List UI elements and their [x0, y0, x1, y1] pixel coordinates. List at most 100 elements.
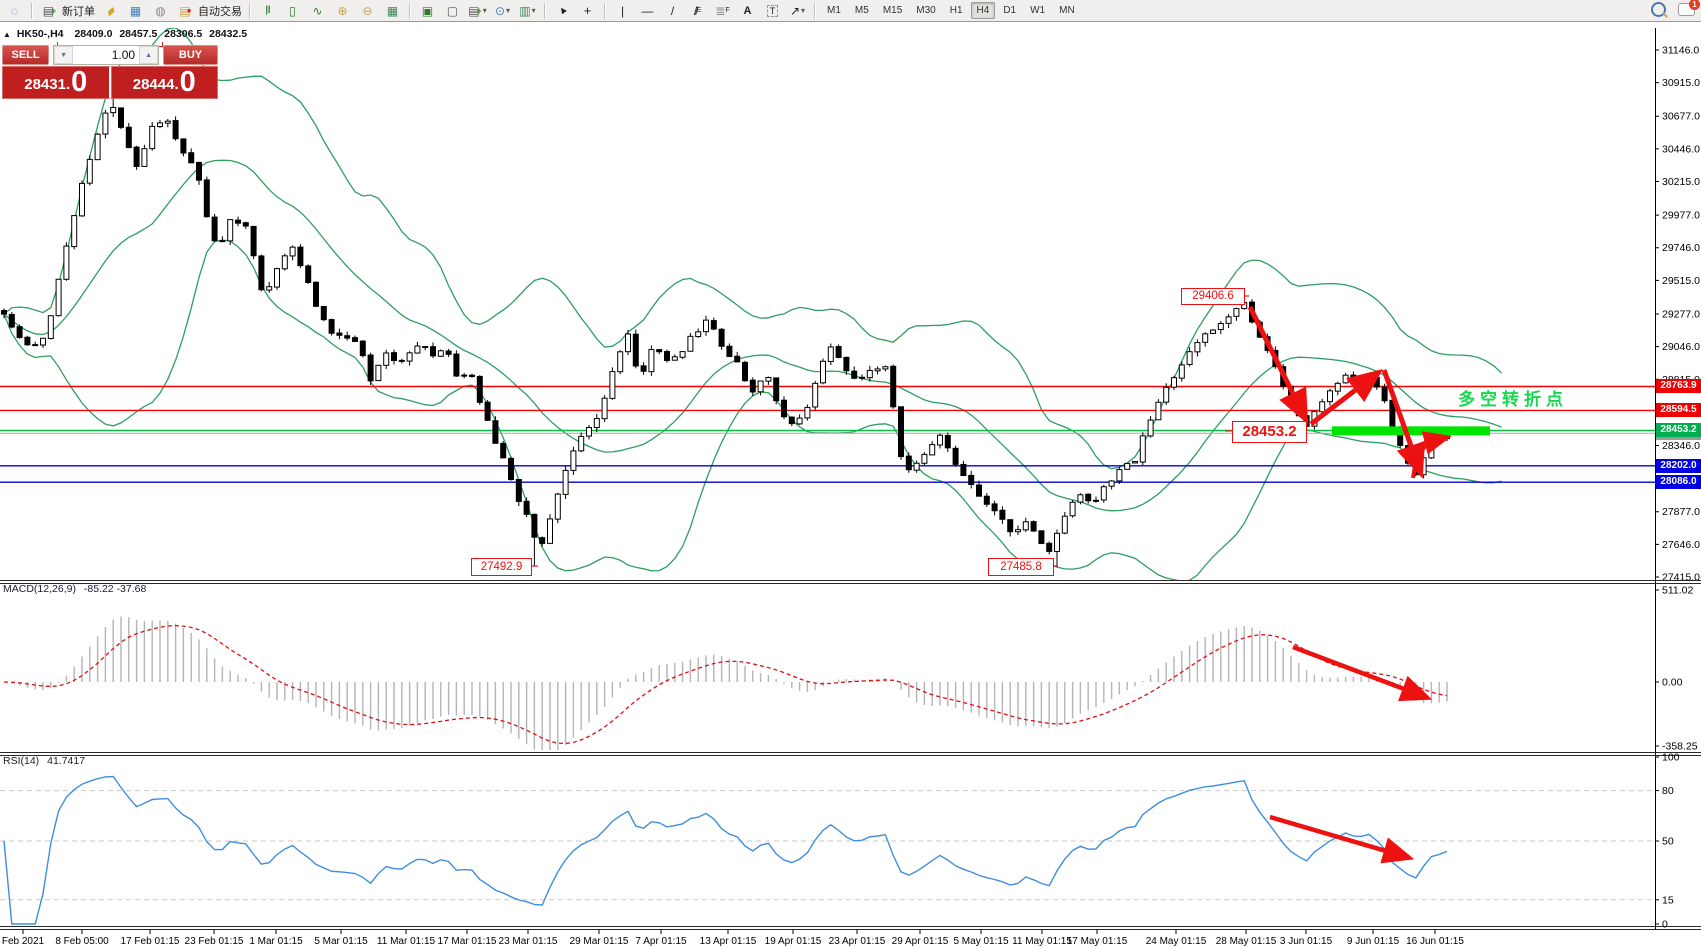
x-axis-label[interactable]: 8 Feb 05:00 — [55, 936, 109, 947]
cursor-icon[interactable]: ▲ — [551, 1, 574, 21]
templates-icon[interactable]: ▥ ▾ — [516, 1, 539, 21]
x-axis-label[interactable]: 5 May 01:15 — [953, 936, 1008, 947]
bid-main-digits: 28431 — [24, 76, 66, 93]
peak-price-label[interactable]: 29406.6 — [1181, 288, 1245, 305]
cascade-icon[interactable]: ▣ — [416, 1, 439, 21]
timeframe-mn[interactable]: MN — [1053, 2, 1081, 19]
x-axis-label[interactable]: 23 Apr 01:15 — [829, 936, 886, 947]
timeframe-h1[interactable]: H1 — [944, 2, 969, 19]
y-axis-tick: 31146.0 — [1662, 45, 1699, 57]
chart-canvas[interactable]: 31146.0 30915.0 30677.0 30446.0 30215.0 29977… — [0, 0, 1701, 948]
ohlc-close: 28432.5 — [209, 28, 248, 40]
timeframe-d1[interactable]: D1 — [997, 2, 1022, 19]
x-axis-label[interactable]: 13 Apr 01:15 — [700, 936, 757, 947]
bar-chart-icon[interactable]: |‖ — [256, 1, 279, 21]
march-low-label[interactable]: 27492.9 — [471, 558, 532, 576]
collapse-icon[interactable]: ▲ — [3, 30, 11, 39]
search-icon[interactable]: ◌ — [3, 1, 26, 21]
periods-icon[interactable]: ⊙ ▾ — [491, 1, 514, 21]
main-toolbar: ◌ ▤ + 新订单 ▰ ▦ ◍ ▤ ● 自动交易 |‖ ▯ ∿ ⊕ ⊖ ▦ ▣ ▢ ▤ + ▾ ⊙ ▾ ▥ ▾ ▲ + | — ///E ≣… — [0, 0, 1701, 22]
timeframe-m1[interactable]: M1 — [821, 2, 847, 19]
x-axis-label[interactable]: 5 Mar 01:15 — [314, 936, 368, 947]
toolbar-separator — [814, 2, 816, 19]
x-axis-label[interactable]: 7 Apr 01:15 — [635, 936, 687, 947]
timeframe-m15[interactable]: M15 — [877, 2, 908, 19]
x-axis-label[interactable]: 29 Apr 01:15 — [892, 936, 949, 947]
ask-price[interactable]: 28444 . 0 — [110, 66, 218, 99]
new-order-icon[interactable]: ▤ + — [38, 1, 61, 21]
volume-input[interactable]: 1.00 — [73, 46, 139, 64]
signals-icon[interactable]: ◍ — [149, 1, 172, 21]
macd-name: MACD(12,26,9) — [3, 583, 76, 595]
may-low-label[interactable]: 27485.8 — [988, 558, 1054, 576]
x-axis-label[interactable]: 17 Feb 01:15 — [121, 936, 180, 947]
volume-stepper: ▼ 1.00 ▲ — [53, 45, 160, 65]
tile-windows-icon[interactable]: ▦ — [381, 1, 404, 21]
macd-label: MACD(12,26,9) -85.22 -37.68 — [3, 583, 146, 595]
line-chart-icon[interactable]: ∿ — [306, 1, 329, 21]
x-axis-label[interactable]: 1 Mar 01:15 — [249, 936, 303, 947]
autotrading-icon[interactable]: ▤ ● — [174, 1, 197, 21]
ask-point: . — [174, 76, 179, 93]
x-axis-label[interactable]: 3 Jun 01:15 — [1280, 936, 1333, 947]
arrows-icon[interactable]: ↗ ▾ — [786, 1, 809, 21]
y-axis-tick: 30446.0 — [1662, 143, 1700, 155]
x-axis-label[interactable]: 11 May 01:15 — [1012, 936, 1072, 947]
bid-price[interactable]: 28431 . 0 — [2, 66, 111, 99]
channel-icon[interactable]: //E — [686, 1, 709, 21]
timeframe-m30[interactable]: M30 — [910, 2, 941, 19]
sell-button[interactable]: SELL — [2, 45, 50, 65]
y-axis-tick: 27646.0 — [1662, 539, 1700, 551]
turning-point-note[interactable]: 多空转折点 — [1458, 385, 1568, 410]
volume-increase-button[interactable]: ▲ — [139, 46, 159, 64]
bid-big-digit: 0 — [71, 66, 88, 98]
chat-icon[interactable]: 1 — [1678, 0, 1700, 16]
new-order-label[interactable]: 新订单 — [62, 3, 95, 19]
text-label-icon[interactable]: T — [761, 1, 784, 21]
search-icon[interactable] — [1651, 2, 1666, 17]
toolbar-separator — [604, 2, 606, 19]
y-axis-tick: 28346.0 — [1662, 440, 1700, 452]
horizontal-line-icon[interactable]: — — [636, 1, 659, 21]
trendline-icon[interactable]: / — [661, 1, 684, 21]
zoom-in-icon[interactable]: ⊕ — [331, 1, 354, 21]
x-axis-label[interactable]: 9 Jun 01:15 — [1347, 936, 1400, 947]
vertical-line-icon[interactable]: | — [611, 1, 634, 21]
price-badge-28453.2: 28453.2 — [1656, 423, 1701, 437]
x-axis-label[interactable]: 28 May 01:15 — [1216, 936, 1277, 947]
timeframe-m5[interactable]: M5 — [849, 2, 875, 19]
symbol-period: HK50-,H4 — [16, 28, 64, 40]
ask-main-digits: 28444 — [132, 76, 175, 93]
timeframe-w1[interactable]: W1 — [1024, 2, 1051, 19]
x-axis-label[interactable]: 17 May 01:15 — [1067, 936, 1128, 947]
x-axis-label[interactable]: 24 May 01:15 — [1146, 936, 1207, 947]
timeframe-h4[interactable]: H4 — [970, 2, 996, 19]
macd-axis-tick: 0.00 — [1662, 677, 1683, 689]
volume-decrease-button[interactable]: ▼ — [54, 46, 74, 64]
support-price-label[interactable]: 28453.2 — [1232, 421, 1307, 443]
support-zone-bar[interactable] — [1332, 426, 1490, 436]
x-axis-label[interactable]: 19 Apr 01:15 — [765, 936, 822, 947]
indicators-icon[interactable]: ▤ + ▾ — [466, 1, 489, 21]
profiles-icon[interactable]: ▦ — [124, 1, 147, 21]
arrange-icon[interactable]: ▢ — [441, 1, 464, 21]
x-axis-label[interactable]: 16 Jun 01:15 — [1406, 936, 1464, 947]
crosshair-icon[interactable]: + — [576, 1, 599, 21]
text-icon[interactable]: A — [736, 1, 759, 21]
x-axis-label[interactable]: 11 Mar 01:15 — [377, 936, 436, 947]
x-axis-label[interactable]: 17 Mar 01:15 — [438, 936, 497, 947]
buy-button[interactable]: BUY — [163, 45, 218, 65]
y-axis-tick: 29746.0 — [1662, 242, 1700, 254]
macd-values: -85.22 -37.68 — [83, 583, 147, 595]
brush-icon[interactable]: ▰ — [99, 1, 122, 21]
x-axis-label[interactable]: 29 Mar 01:15 — [570, 936, 629, 947]
candlestick-chart-icon[interactable]: ▯ — [281, 1, 304, 21]
fibonacci-icon[interactable]: ≣ F — [711, 1, 734, 21]
x-axis-label[interactable]: 23 Feb 01:15 — [185, 936, 244, 947]
x-axis-label[interactable]: Feb 2021 — [2, 936, 45, 947]
zoom-out-icon[interactable]: ⊖ — [356, 1, 379, 21]
x-axis-label[interactable]: 23 Mar 01:15 — [499, 936, 558, 947]
price-badge-28086.0: 28086.0 — [1656, 475, 1701, 489]
autotrading-label[interactable]: 自动交易 — [198, 3, 242, 19]
ohlc-open: 28409.0 — [74, 28, 113, 40]
